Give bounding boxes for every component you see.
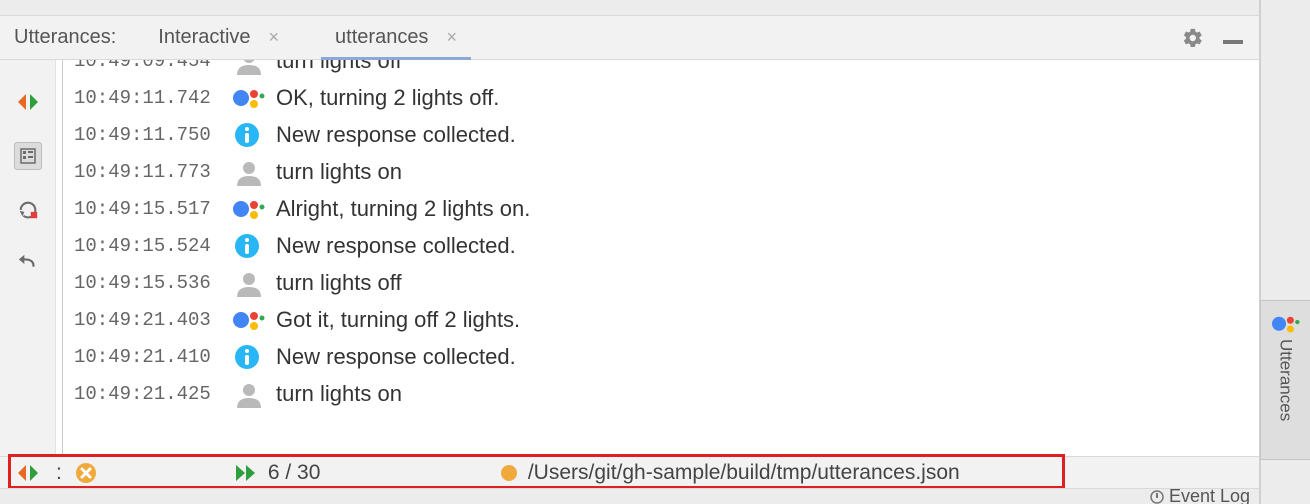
log-area[interactable]: 10:49:09.454 turn lights off 10:49:11.742 O… — [56, 60, 1259, 460]
info-icon — [232, 118, 266, 152]
fast-forward-icon[interactable] — [232, 459, 260, 487]
log-row: 10:49:21.403 Got it, turning off 2 lights… — [74, 301, 1259, 338]
status-bar: : 6 / 30 /Users/git/gh-sample/build/tmp/… — [0, 456, 1259, 488]
log-message: New response collected. — [276, 344, 516, 370]
gear-icon[interactable] — [1181, 26, 1205, 50]
assistant-icon — [232, 192, 266, 226]
assistant-icon — [232, 303, 266, 337]
log-message: OK, turning 2 lights off. — [276, 85, 499, 111]
timestamp: 10:49:21.403 — [74, 309, 232, 331]
utterances-panel: Utterances: Interactive × utterances × — [0, 0, 1260, 504]
user-icon — [232, 155, 266, 189]
log-message: turn lights off — [276, 270, 402, 296]
side-tab-utterances[interactable]: Utterances — [1260, 300, 1310, 460]
tab-bar: Utterances: Interactive × utterances × — [0, 16, 1259, 60]
tab-label: Interactive — [158, 26, 250, 49]
event-log-icon — [1149, 489, 1165, 504]
timestamp: 10:49:11.742 — [74, 87, 232, 109]
tab-utterances[interactable]: utterances × — [321, 16, 471, 60]
log-row: 10:49:15.536 turn lights off — [74, 264, 1259, 301]
close-icon[interactable]: × — [269, 27, 280, 48]
log-row: 10:49:21.425 turn lights on — [74, 375, 1259, 412]
user-icon — [232, 377, 266, 411]
panel-top-strip — [0, 0, 1259, 16]
timestamp: 10:49:15.517 — [74, 198, 232, 220]
log-row: 10:49:09.454 turn lights off — [74, 60, 1259, 79]
timestamp: 10:49:15.524 — [74, 235, 232, 257]
log-row: 10:49:11.742 OK, turning 2 lights off. — [74, 79, 1259, 116]
log-message: turn lights on — [276, 159, 402, 185]
info-icon — [232, 229, 266, 263]
progress-text: 6 / 30 — [260, 461, 500, 485]
close-icon[interactable]: × — [446, 27, 457, 48]
log-row: 10:49:15.517 Alright, turning 2 lights on… — [74, 190, 1259, 227]
log-row: 10:49:15.524 New response collected. — [74, 227, 1259, 264]
side-panel: Utterances — [1260, 0, 1310, 504]
info-icon — [232, 340, 266, 374]
timestamp: 10:49:15.536 — [74, 272, 232, 294]
log-message: New response collected. — [276, 122, 516, 148]
undo-icon[interactable] — [14, 250, 42, 278]
assistant-icon — [1272, 311, 1300, 333]
log-row: 10:49:11.773 turn lights on — [74, 153, 1259, 190]
file-path: /Users/git/gh-sample/build/tmp/utterance… — [528, 461, 960, 485]
side-tab-label: Utterances — [1276, 339, 1296, 421]
log-message: Alright, turning 2 lights on. — [276, 196, 530, 222]
tab-interactive[interactable]: Interactive × — [144, 16, 293, 60]
toolbar-gutter — [0, 60, 56, 460]
rerun-icon[interactable] — [14, 196, 42, 224]
layout-icon[interactable] — [14, 142, 42, 170]
timestamp: 10:49:09.454 — [74, 60, 232, 72]
panel-bottom-strip: Event Log — [0, 488, 1259, 504]
colon-label: : — [56, 461, 68, 485]
log-message: New response collected. — [276, 233, 516, 259]
file-status-icon — [500, 464, 518, 482]
step-back-forward-icon[interactable] — [14, 459, 42, 487]
minimize-icon[interactable] — [1223, 40, 1243, 44]
log-message: Got it, turning off 2 lights. — [276, 307, 520, 333]
log-message: turn lights on — [276, 381, 402, 407]
tab-label: utterances — [335, 26, 428, 49]
timestamp: 10:49:11.750 — [74, 124, 232, 146]
panel-title: Utterances: — [0, 26, 144, 49]
user-icon — [232, 60, 266, 78]
log-row: 10:49:21.410 New response collected. — [74, 338, 1259, 375]
timestamp: 10:49:11.773 — [74, 161, 232, 183]
event-log-label[interactable]: Event Log — [1169, 486, 1249, 504]
log-row: 10:49:11.750 New response collected. — [74, 116, 1259, 153]
stop-icon[interactable] — [72, 459, 100, 487]
timestamp: 10:49:21.425 — [74, 383, 232, 405]
user-icon — [232, 266, 266, 300]
timestamp: 10:49:21.410 — [74, 346, 232, 368]
log-message: turn lights off — [276, 60, 402, 74]
assistant-icon — [232, 81, 266, 115]
step-back-forward-icon[interactable] — [14, 88, 42, 116]
